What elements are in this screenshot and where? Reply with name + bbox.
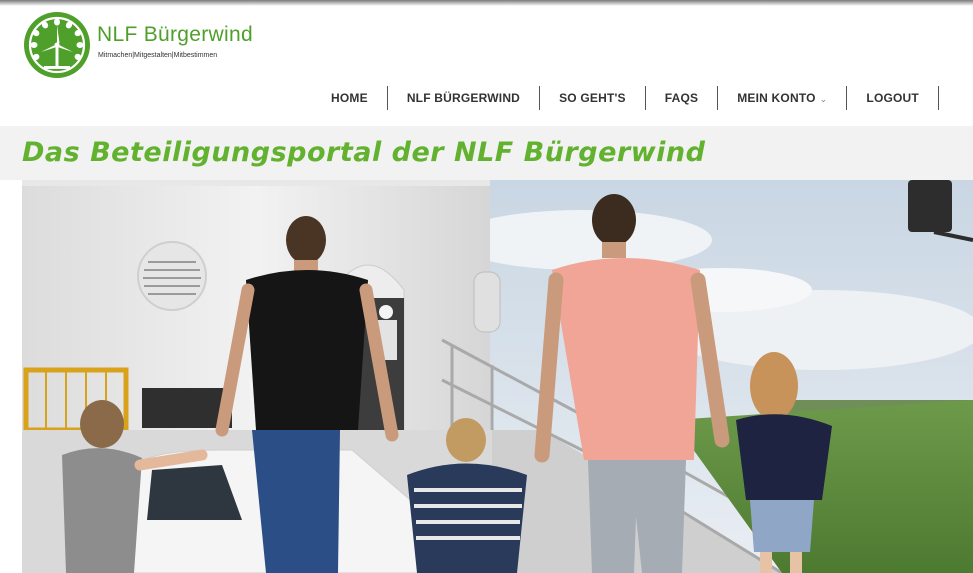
nav-item-so-gehts[interactable]: SO GEHT'S — [540, 86, 646, 110]
page-title: Das Beteiligungsportal der NLF Bürgerwin… — [22, 137, 706, 168]
nav-item-home[interactable]: HOME — [312, 86, 388, 110]
site-logo[interactable]: NLF Bürgerwind Mitmachen|Mitgestalten|Mi… — [22, 10, 262, 80]
hero-photo-illustration — [22, 180, 973, 573]
wind-turbine-logo-icon — [24, 12, 90, 78]
nav-item-nlf-buergerwind[interactable]: NLF BÜRGERWIND — [388, 86, 541, 110]
chevron-down-icon: ⌄ — [819, 94, 828, 104]
nav-item-logout[interactable]: LOGOUT — [847, 86, 939, 110]
main-navigation: HOME NLF BÜRGERWIND SO GEHT'S FAQS MEIN … — [312, 86, 939, 110]
hero-image — [22, 180, 973, 573]
nav-item-mein-konto[interactable]: MEIN KONTO ⌄ — [718, 86, 848, 110]
nav-item-faqs[interactable]: FAQS — [646, 86, 719, 110]
logo-tagline: Mitmachen|Mitgestalten|Mitbestimmen — [98, 52, 218, 59]
logo-title: NLF Bürgerwind — [97, 23, 253, 46]
header-shadow — [0, 0, 973, 6]
